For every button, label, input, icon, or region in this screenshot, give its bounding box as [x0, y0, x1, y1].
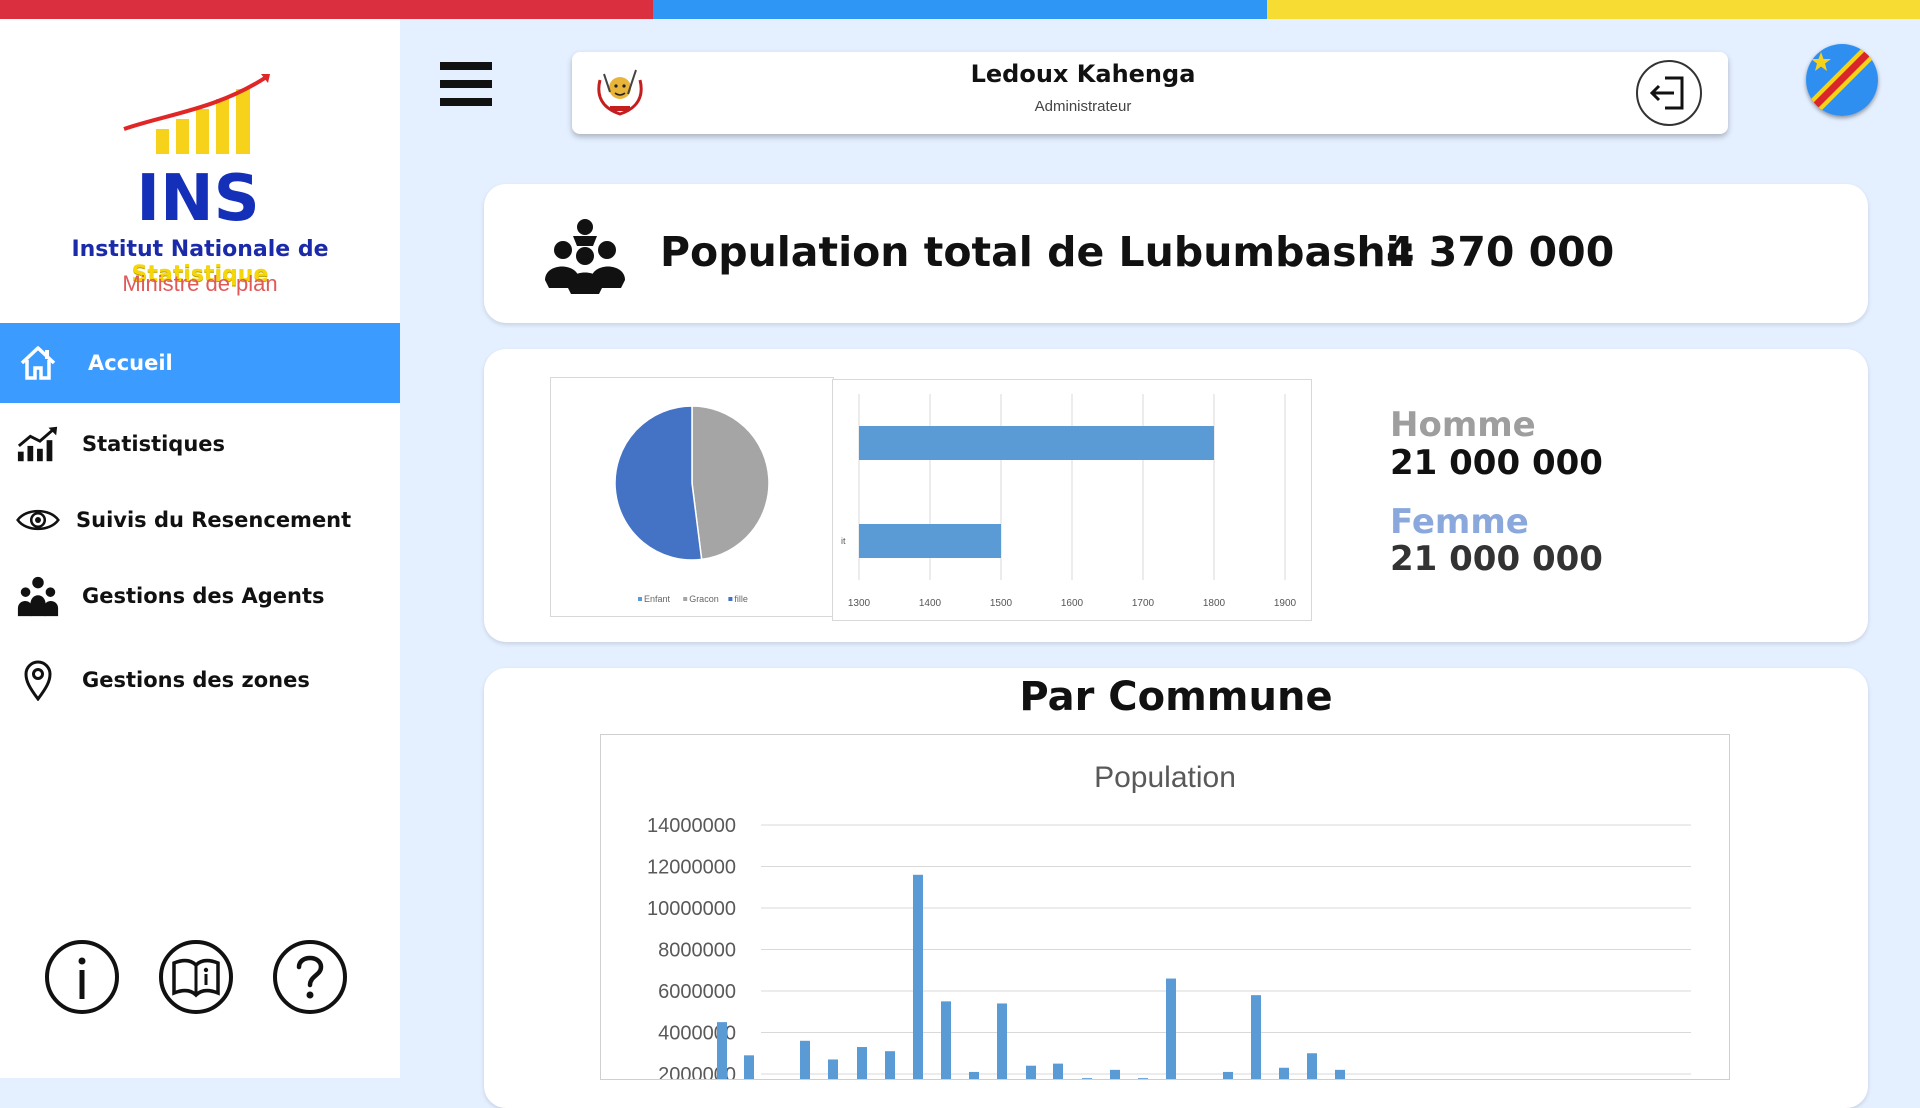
column-bar [1307, 1053, 1317, 1079]
legend-label: Enfant [644, 594, 671, 604]
category-label: it [841, 536, 846, 546]
legend-label: Gracon [689, 594, 719, 604]
sidebar: INS Institut Nationale de Statistique Mi… [0, 19, 400, 1078]
population-commune-chart: Population 14000000 12000000 10000000 80000… [600, 734, 1730, 1080]
gender-bar-chart: 1300 1400 1500 1600 1700 1800 1900 it [832, 379, 1312, 621]
flag-stripe [0, 0, 1920, 19]
y-tick-label: 14000000 [647, 815, 736, 837]
ins-logo-graphic: INS [123, 74, 270, 229]
population-title: Population total de Lubumbashi: [660, 228, 1417, 276]
gender-pie-chart: Enfant Gracon fille [550, 377, 834, 617]
book-info-icon[interactable] [158, 939, 234, 1015]
legend-swatch [728, 597, 733, 601]
stripe-red [0, 0, 653, 19]
femme-value: 21 000 000 [1390, 539, 1603, 579]
y-tick-label: 12000000 [647, 857, 736, 879]
help-icon[interactable] [272, 939, 348, 1015]
sidebar-item-label: Suivis du Resencement [76, 508, 352, 532]
sidebar-item-label: Statistiques [82, 432, 226, 456]
column-bar [1026, 1065, 1036, 1079]
sidebar-item-accueil[interactable]: Accueil [0, 323, 400, 403]
pie-slice-gracon [691, 405, 770, 561]
y-tick-label: 8000000 [658, 940, 736, 962]
hamburger-menu-icon[interactable] [440, 62, 492, 106]
column-bar [717, 1022, 727, 1079]
x-tick-label: 1500 [990, 598, 1013, 609]
y-tick-label: 10000000 [647, 898, 736, 920]
column-bar [885, 1051, 895, 1079]
femme-label: Femme [1390, 502, 1529, 542]
commune-title: Par Commune [1019, 674, 1333, 720]
x-tick-label: 1600 [1061, 598, 1084, 609]
sidebar-bottom-icons [44, 939, 348, 1015]
x-tick-label: 1400 [919, 598, 942, 609]
column-bar [744, 1055, 754, 1079]
column-bar [828, 1059, 838, 1079]
bar [859, 426, 1214, 460]
home-icon [16, 341, 60, 385]
chart-title: Population [1094, 761, 1236, 794]
homme-value: 21 000 000 [1390, 443, 1603, 483]
user-role: Administrateur [1034, 98, 1132, 115]
x-tick-label: 1300 [848, 598, 871, 609]
sidebar-item-suivis[interactable]: Suivis du Resencement [0, 481, 400, 559]
sidebar-item-zones[interactable]: Gestions des zones [0, 641, 400, 719]
legend-label: fille [734, 594, 748, 604]
stats-icon [16, 422, 60, 466]
sidebar-item-label: Accueil [88, 351, 173, 375]
info-icon[interactable] [44, 939, 120, 1015]
stripe-blue [653, 0, 1267, 19]
x-tick-label: 1700 [1132, 598, 1155, 609]
column-bar [857, 1047, 867, 1079]
population-value: 4 370 000 [1386, 228, 1615, 276]
ins-logo: INS Institut Nationale de Statistique Mi… [0, 19, 400, 323]
people-group-icon [545, 219, 625, 294]
column-bar [941, 1001, 951, 1079]
logout-button[interactable] [1636, 60, 1702, 126]
x-tick-label: 1900 [1274, 598, 1297, 609]
drc-flag-icon[interactable] [1806, 44, 1878, 116]
column-bar [997, 1003, 1007, 1079]
column-bar [800, 1040, 810, 1079]
column-bar [1138, 1078, 1148, 1079]
sidebar-item-statistiques[interactable]: Statistiques [0, 405, 400, 483]
ministry-subtitle: Ministre de plan [122, 271, 278, 296]
column-bar [1279, 1067, 1289, 1079]
agents-icon [16, 574, 60, 618]
eye-icon [16, 498, 60, 542]
column-bar [1053, 1063, 1063, 1079]
stripe-yellow [1267, 0, 1920, 19]
column-bar [913, 874, 923, 1079]
column-bar [1166, 978, 1176, 1079]
pie-slice-fille [614, 405, 703, 561]
column-bar [1251, 995, 1261, 1079]
logout-icon [1649, 76, 1684, 110]
sidebar-item-agents[interactable]: Gestions des Agents [0, 557, 400, 635]
map-pin-icon [16, 658, 60, 702]
sidebar-item-label: Gestions des zones [82, 668, 310, 692]
ins-logo-text: INS [136, 162, 259, 229]
x-tick-label: 1800 [1203, 598, 1226, 609]
legend-swatch [683, 597, 688, 601]
bar [859, 524, 1001, 558]
user-name: Ledoux Kahenga [970, 60, 1196, 88]
column-bar [1082, 1078, 1092, 1079]
y-tick-label: 6000000 [658, 981, 736, 1003]
legend-swatch [638, 597, 642, 601]
sidebar-item-label: Gestions des Agents [82, 584, 325, 608]
homme-label: Homme [1390, 405, 1536, 445]
user-header-card: Ledoux Kahenga Administrateur [572, 52, 1728, 134]
